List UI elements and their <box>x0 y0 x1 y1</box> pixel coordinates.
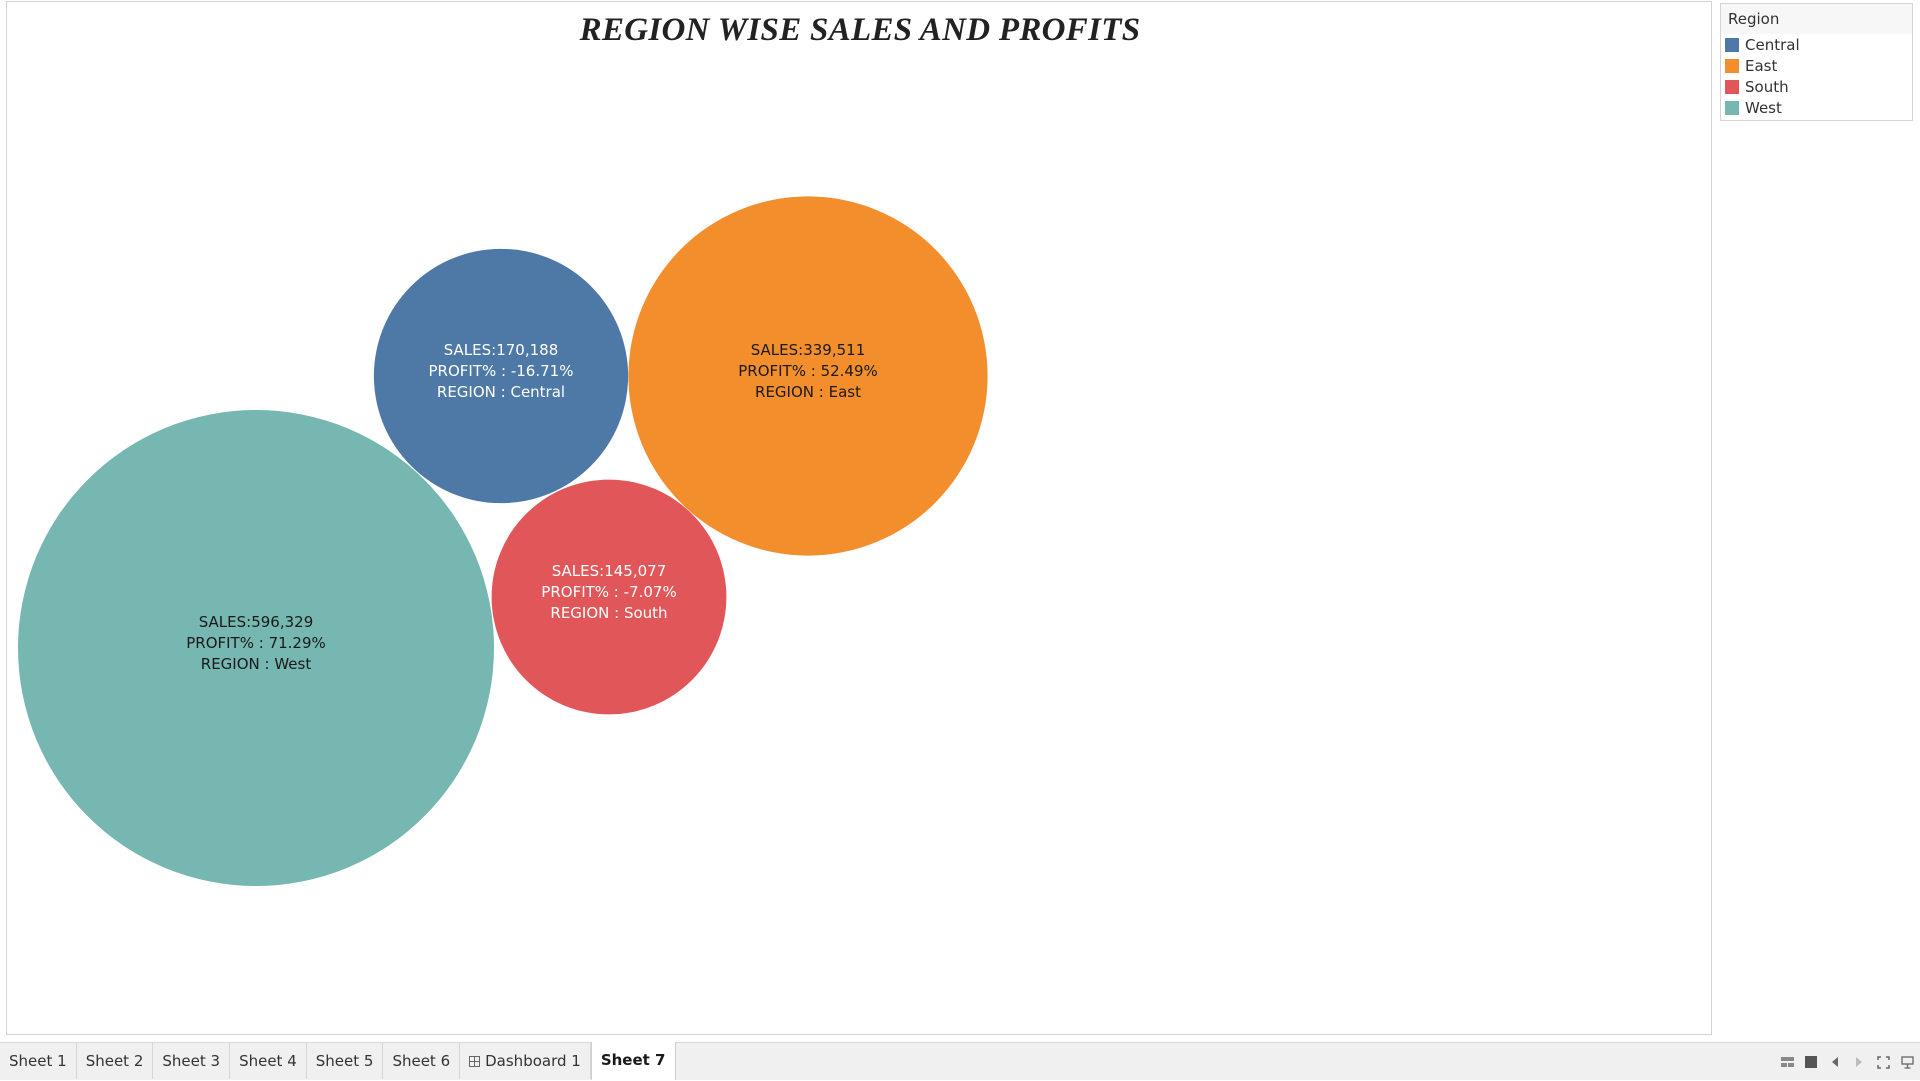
bubble-label-line: SALES:339,511 <box>751 341 866 359</box>
legend-title: Region <box>1721 4 1912 34</box>
legend-item-south[interactable]: South <box>1721 76 1912 97</box>
bubble-label-line: REGION : Central <box>437 383 565 401</box>
presentation-icon[interactable] <box>1900 1055 1914 1069</box>
legend-item-label: Central <box>1745 35 1800 54</box>
tab-label: Sheet 4 <box>239 1052 297 1070</box>
legend-item-west[interactable]: West <box>1721 97 1912 118</box>
next-sheet-icon[interactable] <box>1852 1055 1866 1069</box>
bubble-label-line: REGION : East <box>755 383 861 401</box>
bubble-label-line: PROFIT% : -7.07% <box>541 583 676 601</box>
tab-sheet-5[interactable]: Sheet 5 <box>307 1043 384 1079</box>
show-sheet-sorter-icon[interactable] <box>1780 1055 1794 1069</box>
tab-sheet-7[interactable]: Sheet 7 <box>590 1042 676 1080</box>
tab-label: Dashboard 1 <box>485 1052 581 1070</box>
tab-sheet-6[interactable]: Sheet 6 <box>383 1043 461 1079</box>
sheet-tab-bar: Sheet 1 Sheet 2 Sheet 3 Sheet 4 Sheet 5 … <box>0 1042 1920 1080</box>
fullscreen-icon[interactable] <box>1876 1055 1890 1069</box>
bubble-label-line: REGION : West <box>201 655 312 673</box>
legend-item-central[interactable]: Central <box>1721 34 1912 55</box>
tab-label: Sheet 2 <box>85 1052 144 1070</box>
legend-item-east[interactable]: East <box>1721 55 1912 76</box>
dashboard-grid-icon <box>469 1056 481 1067</box>
tab-label: Sheet 6 <box>392 1052 451 1070</box>
bubble-label-line: SALES:145,077 <box>552 562 667 580</box>
legend-swatch <box>1725 100 1739 115</box>
legend-item-label: West <box>1745 98 1782 117</box>
tab-sheet-1[interactable]: Sheet 1 <box>0 1043 77 1079</box>
legend-item-label: South <box>1745 77 1789 96</box>
tab-label: Sheet 5 <box>315 1052 374 1070</box>
prev-sheet-icon[interactable] <box>1828 1055 1842 1069</box>
legend-item-label: East <box>1745 56 1778 75</box>
bubble-west[interactable]: SALES:596,329 PROFIT% : 71.29% REGION : We… <box>18 410 494 886</box>
bubble-south[interactable]: SALES:145,077 PROFIT% : -7.07% REGION : So… <box>491 479 727 715</box>
tab-sheet-4[interactable]: Sheet 4 <box>230 1043 307 1079</box>
legend-swatch <box>1725 37 1739 52</box>
tab-dashboard-1[interactable]: Dashboard 1 <box>460 1043 591 1079</box>
bubble-label-line: SALES:596,329 <box>199 613 314 631</box>
legend-swatch <box>1725 79 1739 94</box>
bubble-label-line: REGION : South <box>550 604 667 622</box>
tab-label: Sheet 7 <box>600 1051 666 1069</box>
legend-swatch <box>1725 58 1739 73</box>
viz-canvas: REGION WISE SALES AND PROFITS SALES:170,… <box>6 1 1712 1035</box>
bubble-label-line: PROFIT% : 52.49% <box>738 362 878 380</box>
region-legend[interactable]: Region Central East South West <box>1720 3 1913 121</box>
tab-sheet-2[interactable]: Sheet 2 <box>77 1043 154 1079</box>
tab-sheet-3[interactable]: Sheet 3 <box>153 1043 231 1079</box>
bubble-label-line: SALES:170,188 <box>444 341 559 359</box>
bubble-chart: SALES:170,188 PROFIT% : -16.71% REGION : C… <box>18 196 988 886</box>
bubble-label-line: PROFIT% : 71.29% <box>186 634 326 652</box>
bubble-label-line: PROFIT% : -16.71% <box>429 362 574 380</box>
tab-label: Sheet 1 <box>9 1052 67 1070</box>
tab-label: Sheet 3 <box>162 1052 221 1070</box>
show-filmstrip-icon[interactable] <box>1804 1055 1818 1069</box>
sheet-tabs: Sheet 1 Sheet 2 Sheet 3 Sheet 4 Sheet 5 … <box>0 1042 676 1081</box>
view-controls <box>1780 1043 1914 1081</box>
bubble-central[interactable]: SALES:170,188 PROFIT% : -16.71% REGION : C… <box>373 248 629 504</box>
bubble-east[interactable]: SALES:339,511 PROFIT% : 52.49% REGION : Ea… <box>628 196 988 556</box>
